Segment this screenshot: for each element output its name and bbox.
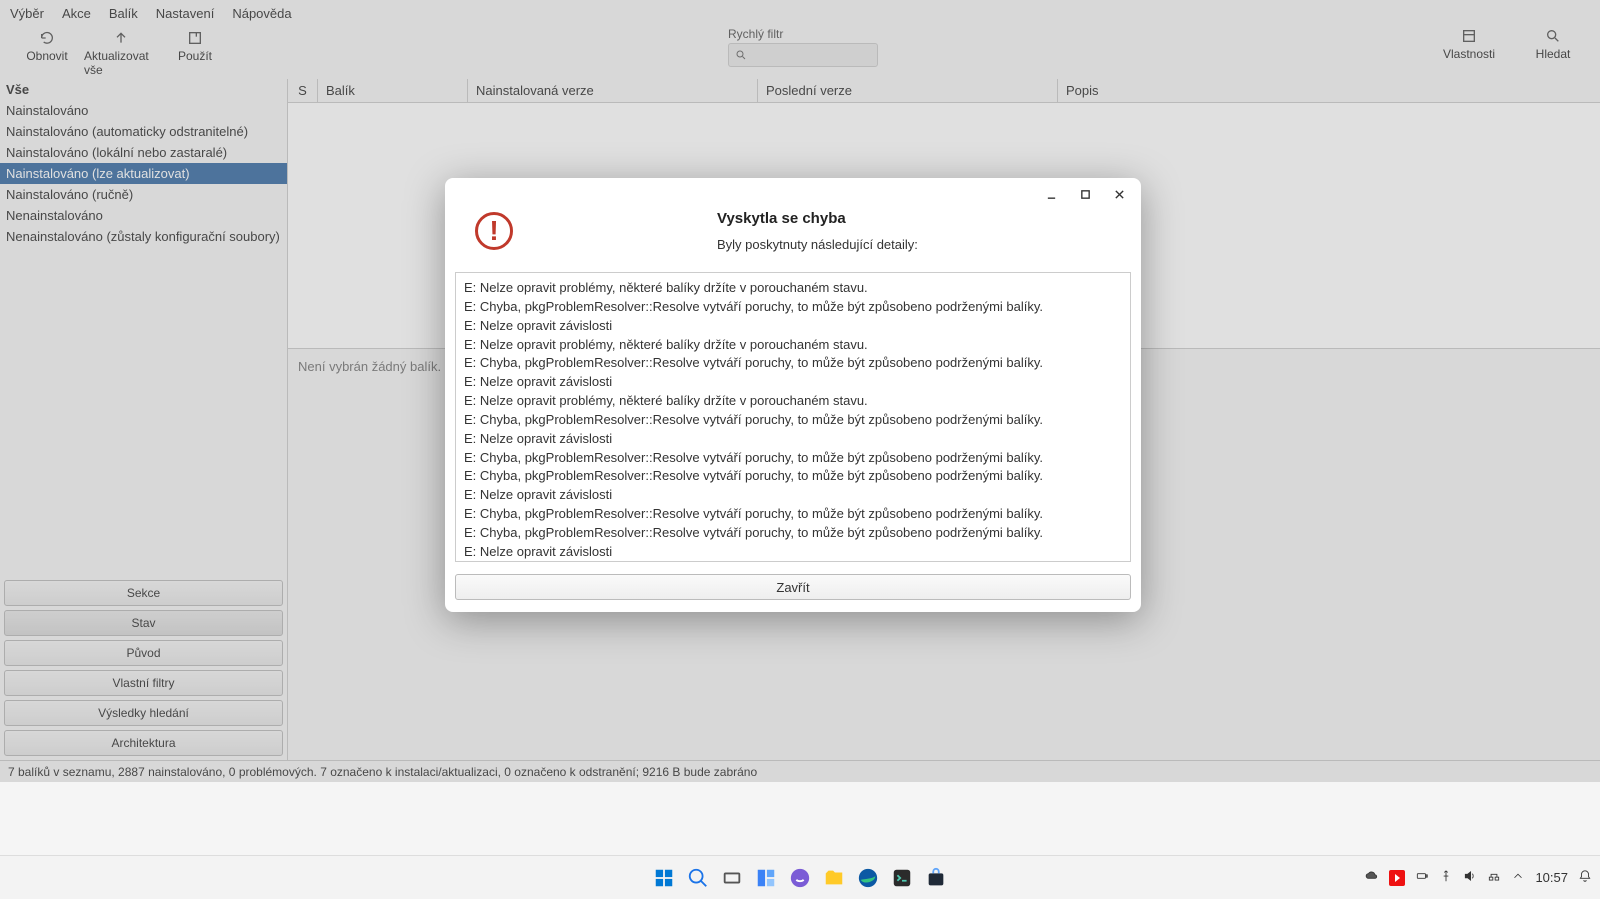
tray-battery-icon[interactable] (1415, 869, 1429, 886)
package-list-header: S Balík Nainstalovaná verze Poslední ver… (288, 79, 1600, 103)
tray-network-icon[interactable] (1487, 869, 1501, 886)
apply-icon (186, 29, 204, 47)
tray-usb-icon[interactable] (1439, 869, 1453, 886)
taskbar-app-chat[interactable] (786, 864, 814, 892)
error-line: E: Nelze opravit závislosti (464, 373, 1122, 392)
menu-vyber[interactable]: Výběr (10, 6, 44, 21)
search-icon (735, 49, 747, 61)
task-view-icon[interactable] (718, 864, 746, 892)
dialog-titlebar (445, 178, 1141, 210)
sidebar-header[interactable]: Vše (0, 79, 287, 100)
minimize-button[interactable] (1037, 184, 1065, 204)
tab-stav[interactable]: Stav (4, 610, 283, 636)
tab-puvod[interactable]: Původ (4, 640, 283, 666)
search-icon (1544, 27, 1562, 45)
error-line: E: Chyba, pkgProblemResolver::Resolve vy… (464, 354, 1122, 373)
tab-vysledky-hledani[interactable]: Výsledky hledání (4, 700, 283, 726)
tray-notifications-icon[interactable] (1578, 869, 1592, 886)
tray-volume-icon[interactable] (1463, 869, 1477, 886)
sidebar-item[interactable]: Nainstalováno (automaticky odstranitelné… (0, 121, 287, 142)
error-line: E: Nelze opravit závislosti (464, 430, 1122, 449)
menu-balik[interactable]: Balík (109, 6, 138, 21)
tray-clock[interactable]: 10:57 (1535, 870, 1568, 885)
error-line: E: Chyba, pkgProblemResolver::Resolve vy… (464, 467, 1122, 486)
sidebar-item-selected[interactable]: Nainstalováno (lze aktualizovat) (0, 163, 287, 184)
error-line: E: Nelze opravit problémy, některé balík… (464, 392, 1122, 411)
sidebar-item[interactable]: Nenainstalováno (zůstaly konfigurační so… (0, 226, 287, 247)
menubar: Výběr Akce Balík Nastavení Nápověda (0, 0, 1600, 27)
error-line: E: Chyba, pkgProblemResolver::Resolve vy… (464, 411, 1122, 430)
dialog-subtitle: Byly poskytnuty následující detaily: (717, 237, 918, 252)
update-all-label: Aktualizovat vše (84, 49, 158, 77)
tray-recording-icon[interactable] (1389, 870, 1405, 886)
taskbar-app-explorer[interactable] (820, 864, 848, 892)
quick-filter-label: Rychlý filtr (728, 27, 878, 41)
refresh-label: Obnovit (26, 49, 67, 63)
error-line: E: Nelze opravit problémy, některé balík… (464, 336, 1122, 355)
properties-label: Vlastnosti (1443, 47, 1495, 61)
menu-napoveda[interactable]: Nápověda (232, 6, 291, 21)
error-line: E: Chyba, pkgProblemResolver::Resolve vy… (464, 449, 1122, 468)
properties-button[interactable]: Vlastnosti (1432, 27, 1506, 61)
error-line: E: Nelze opravit závislosti (464, 486, 1122, 505)
col-status[interactable]: S (288, 79, 318, 102)
taskbar-app-store[interactable] (922, 864, 950, 892)
error-line: E: Nelze opravit závislosti (464, 543, 1122, 562)
sidebar: Vše Nainstalováno Nainstalováno (automat… (0, 79, 288, 760)
update-icon (112, 29, 130, 47)
apply-button[interactable]: Použít (158, 29, 232, 63)
tab-sekce[interactable]: Sekce (4, 580, 283, 606)
start-button[interactable] (650, 864, 678, 892)
taskbar-app-terminal[interactable] (888, 864, 916, 892)
col-description[interactable]: Popis (1058, 79, 1600, 102)
status-filter-list: Vše Nainstalováno Nainstalováno (automat… (0, 79, 287, 576)
tab-vlastni-filtry[interactable]: Vlastní filtry (4, 670, 283, 696)
toolbar: Obnovit Aktualizovat vše Použít Rychlý f… (0, 27, 1600, 79)
menu-nastaveni[interactable]: Nastavení (156, 6, 215, 21)
close-button[interactable] (1105, 184, 1133, 204)
col-package[interactable]: Balík (318, 79, 468, 102)
menu-akce[interactable]: Akce (62, 6, 91, 21)
tray-chevron-up-icon[interactable] (1511, 869, 1525, 886)
system-tray: 10:57 (1365, 869, 1592, 886)
sidebar-tabs: Sekce Stav Původ Vlastní filtry Výsledky… (0, 576, 287, 760)
status-bar: 7 balíků v seznamu, 2887 nainstalováno, … (0, 760, 1600, 782)
error-dialog: ! Vyskytla se chyba Byly poskytnuty násl… (445, 178, 1141, 612)
properties-icon (1460, 27, 1478, 45)
dialog-title: Vyskytla se chyba (717, 210, 918, 227)
update-all-button[interactable]: Aktualizovat vše (84, 29, 158, 77)
error-line: E: Chyba, pkgProblemResolver::Resolve vy… (464, 505, 1122, 524)
sidebar-item[interactable]: Nainstalováno (lokální nebo zastaralé) (0, 142, 287, 163)
error-line: E: Chyba, pkgProblemResolver::Resolve vy… (464, 298, 1122, 317)
search-button[interactable]: Hledat (1516, 27, 1590, 61)
sidebar-item[interactable]: Nainstalováno (0, 100, 287, 121)
windows-taskbar: 10:57 (0, 855, 1600, 899)
taskbar-app-edge[interactable] (854, 864, 882, 892)
quick-filter: Rychlý filtr (728, 27, 878, 67)
quick-filter-input[interactable] (728, 43, 878, 67)
col-latest-version[interactable]: Poslední verze (758, 79, 1058, 102)
error-icon: ! (475, 212, 513, 250)
maximize-button[interactable] (1071, 184, 1099, 204)
apply-label: Použít (178, 49, 212, 63)
refresh-button[interactable]: Obnovit (10, 29, 84, 63)
detail-empty-text: Není vybrán žádný balík. (298, 359, 441, 374)
tab-architektura[interactable]: Architektura (4, 730, 283, 756)
error-line: E: Nelze opravit problémy, některé balík… (464, 279, 1122, 298)
error-line: E: Chyba, pkgProblemResolver::Resolve vy… (464, 524, 1122, 543)
error-details[interactable]: E: Nelze opravit problémy, některé balík… (455, 272, 1131, 562)
error-line: E: Nelze opravit závislosti (464, 317, 1122, 336)
refresh-icon (38, 29, 56, 47)
taskbar-app-widgets[interactable] (752, 864, 780, 892)
tray-cloud-icon[interactable] (1365, 869, 1379, 886)
taskbar-search-icon[interactable] (684, 864, 712, 892)
sidebar-item[interactable]: Nainstalováno (ručně) (0, 184, 287, 205)
dialog-close-button[interactable]: Zavřít (455, 574, 1131, 600)
search-label: Hledat (1536, 47, 1571, 61)
col-installed-version[interactable]: Nainstalovaná verze (468, 79, 758, 102)
sidebar-item[interactable]: Nenainstalováno (0, 205, 287, 226)
